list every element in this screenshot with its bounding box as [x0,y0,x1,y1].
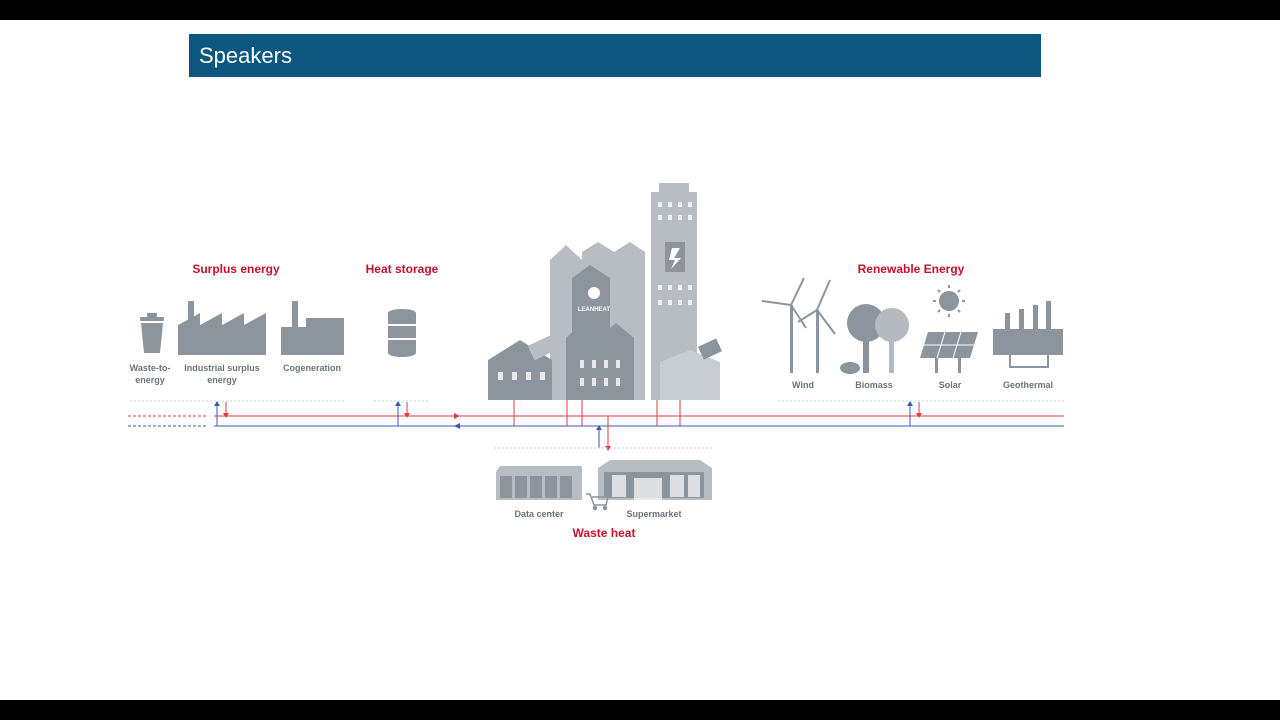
geothermal-plant-icon [993,301,1063,368]
label-brand: LEANHEAT [578,307,611,313]
heading-renewable-energy: Renewable Energy [858,262,965,276]
trash-bin-icon [140,313,164,353]
label-industrial-line2: energy [207,375,237,385]
label-supermarket: Supermarket [626,509,681,519]
heading-waste-heat: Waste heat [573,526,636,540]
cogeneration-plant-icon [281,301,344,355]
label-waste-to-energy-line1: Waste-to- [130,363,171,373]
label-data-center: Data center [514,509,564,519]
label-cogeneration: Cogeneration [283,363,341,373]
supermarket-icon [598,460,712,500]
storage-tank-icon [388,309,416,357]
shopping-cart-icon [586,493,609,511]
slide: Speakers Surplus energy Heat storage Ren… [0,20,1280,700]
factory-icon [178,301,266,355]
heading-surplus-energy: Surplus energy [192,262,280,276]
letterbox-top [0,0,1280,20]
solar-panel-icon [920,331,978,373]
city-buildings-icon [488,183,723,400]
label-wind: Wind [792,380,814,390]
tree-icon [840,304,909,374]
wind-turbine-icon [761,277,836,373]
heading-heat-storage: Heat storage [366,262,439,276]
data-center-icon [496,466,582,500]
label-biomass: Biomass [855,380,893,390]
label-solar: Solar [939,380,962,390]
district-heating-diagram: Surplus energy Heat storage Renewable En… [128,183,1064,540]
sun-icon [933,285,965,317]
label-geothermal: Geothermal [1003,380,1053,390]
letterbox-bottom [0,700,1280,720]
label-industrial-line1: Industrial surplus [184,363,260,373]
label-waste-to-energy-line2: energy [135,375,165,385]
